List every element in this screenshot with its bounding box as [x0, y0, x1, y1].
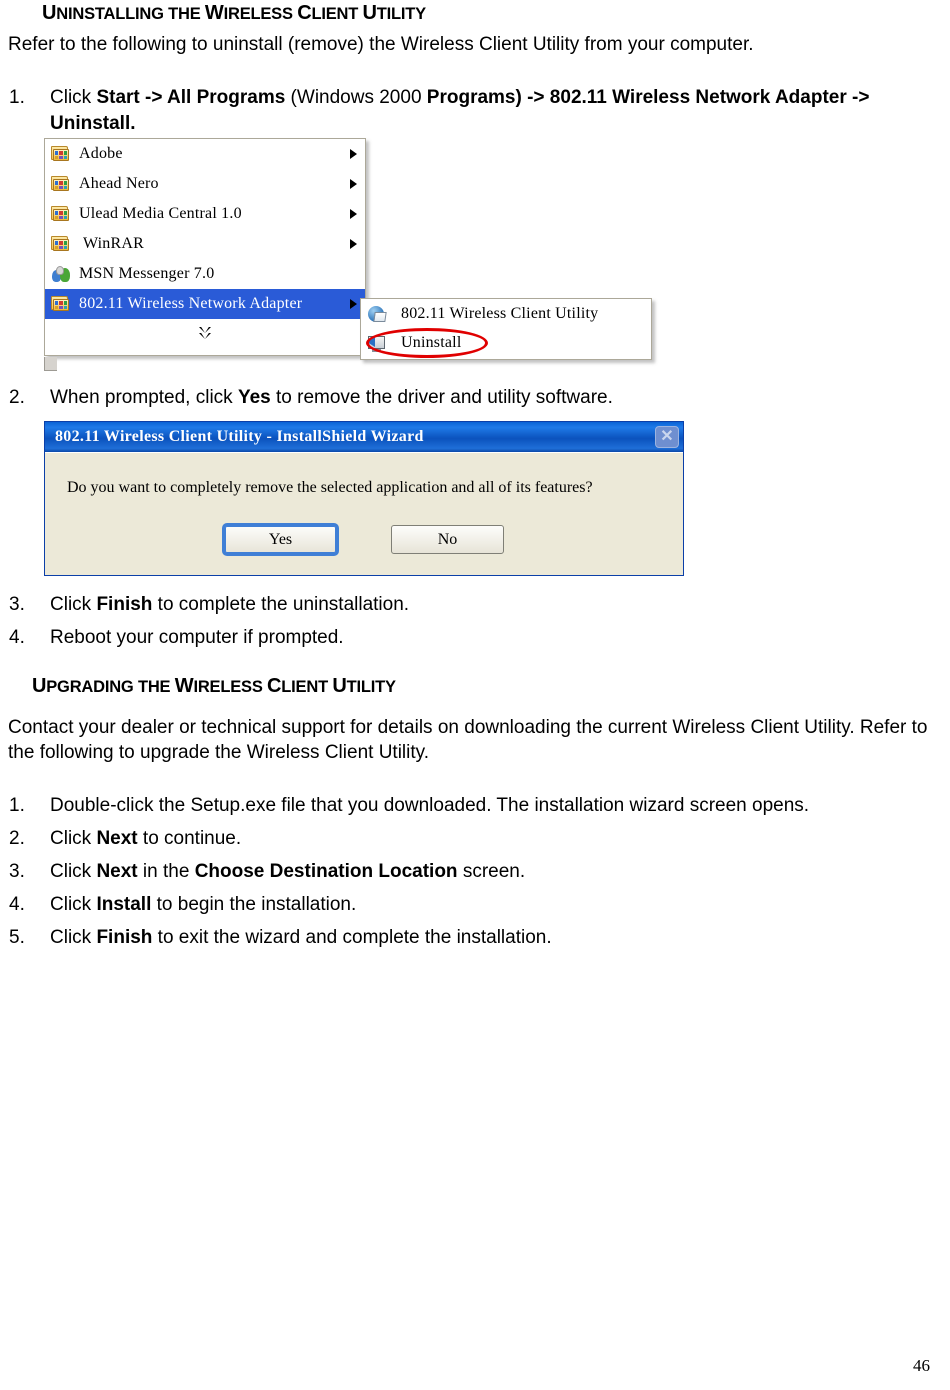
menu-item-label: Ulead Media Central 1.0: [79, 205, 242, 222]
uninstalling-step-3: 3. Click Finish to complete the uninstal…: [4, 592, 934, 618]
submenu-item-label: Uninstall: [401, 333, 462, 351]
submenu-item-wireless-client-utility[interactable]: 802.11 Wireless Client Utility: [361, 299, 651, 328]
uninstalling-intro-paragraph: Refer to the following to uninstall (rem…: [8, 34, 754, 55]
upgrading-step-3: 3. Click Next in the Choose Destination …: [4, 859, 949, 885]
folder-icon: [51, 295, 71, 313]
submenu-item-uninstall[interactable]: Uninstall: [361, 328, 651, 357]
screenshot-installshield-dialog: 802.11 Wireless Client Utility - Install…: [44, 421, 684, 576]
step-number: 4.: [9, 894, 25, 915]
uninstalling-step-4: 4. Reboot your computer if prompted.: [4, 625, 934, 651]
upgrading-steps-list: 1. Double-click the Setup.exe file that …: [4, 793, 949, 951]
step-number: 1.: [9, 795, 25, 816]
page-number: 46: [913, 1356, 930, 1375]
dialog-button-row: Yes No: [45, 523, 683, 556]
step-number: 2.: [9, 828, 25, 849]
uninstalling-step-2: 2. When prompted, click Yes to remove th…: [4, 385, 934, 411]
dialog-message: Do you want to completely remove the sel…: [67, 479, 593, 496]
screenshot-start-menu: Adobe Ahead Nero Ulead Media Central 1.0: [44, 138, 654, 371]
menu-item-winrar[interactable]: WinRAR: [45, 229, 365, 259]
double-chevron-down-icon: [198, 325, 212, 341]
chevron-right-icon: [350, 149, 357, 159]
chevron-right-icon: [350, 299, 357, 309]
step-text: Click Finish to complete the uninstallat…: [50, 594, 410, 615]
dialog-title: 802.11 Wireless Client Utility - Install…: [55, 428, 424, 445]
upgrading-step-4: 4. Click Install to begin the installati…: [4, 892, 949, 918]
folder-icon: [51, 175, 71, 193]
step-text: Reboot your computer if prompted.: [50, 627, 344, 648]
wireless-client-utility-icon: [367, 305, 387, 323]
dialog-body: Do you want to completely remove the sel…: [45, 452, 683, 575]
upgrading-step-5: 5. Click Finish to exit the wizard and c…: [4, 925, 949, 951]
menu-item-ahead-nero[interactable]: Ahead Nero: [45, 169, 365, 199]
folder-icon: [51, 205, 71, 223]
step-text: When prompted, click Yes to remove the d…: [50, 387, 613, 408]
folder-icon: [51, 235, 71, 253]
close-icon[interactable]: ✕: [655, 426, 679, 448]
step-text: Click Finish to exit the wizard and comp…: [50, 927, 552, 948]
menu-item-label: WinRAR: [83, 235, 145, 252]
menu-item-ulead-media-central[interactable]: Ulead Media Central 1.0: [45, 199, 365, 229]
step-number: 4.: [9, 627, 25, 648]
start-menu-panel: Adobe Ahead Nero Ulead Media Central 1.0: [44, 138, 366, 356]
submenu-item-label: 802.11 Wireless Client Utility: [401, 304, 599, 322]
step-text: Click Next to continue.: [50, 828, 242, 849]
step-number: 5.: [9, 927, 25, 948]
chevron-right-icon: [350, 209, 357, 219]
document-page: UNINSTALLING THE WIRELESS CLIENT UTILITY…: [0, 0, 950, 1390]
step-text: Click Install to begin the installation.: [50, 894, 357, 915]
upgrading-step-2: 2. Click Next to continue.: [4, 826, 949, 852]
step-text: Click Next in the Choose Destination Loc…: [50, 861, 526, 882]
dialog-titlebar: 802.11 Wireless Client Utility - Install…: [45, 422, 683, 452]
step-number: 2.: [9, 387, 25, 408]
msn-messenger-icon: [51, 265, 71, 283]
heading-upgrading-the-wireless-client-utility: UPGRADING THE WIRELESS CLIENT UTILITY: [32, 675, 396, 697]
heading-uninstalling-the-wireless-client-utility: UNINSTALLING THE WIRELESS CLIENT UTILITY: [42, 2, 426, 24]
menu-item-msn-messenger[interactable]: MSN Messenger 7.0: [45, 259, 365, 289]
step-text: Double-click the Setup.exe file that you…: [50, 795, 810, 816]
menu-item-label: 802.11 Wireless Network Adapter: [79, 295, 303, 312]
yes-button[interactable]: Yes: [222, 523, 339, 556]
step-text: Click Start -> All Programs (Windows 200…: [50, 87, 870, 134]
start-submenu-panel: 802.11 Wireless Client Utility Uninstall: [360, 298, 652, 360]
taskbar-sliver: [44, 357, 57, 371]
folder-icon: [51, 145, 71, 163]
uninstalling-step-1: 1. Click Start -> All Programs (Windows …: [4, 85, 934, 137]
menu-item-label: Ahead Nero: [79, 175, 159, 192]
menu-item-802-11-wireless-network-adapter[interactable]: 802.11 Wireless Network Adapter: [45, 289, 365, 319]
step-number: 1.: [9, 87, 25, 108]
upgrading-intro-paragraph: Contact your dealer or technical support…: [8, 717, 928, 763]
chevron-right-icon: [350, 239, 357, 249]
menu-item-adobe[interactable]: Adobe: [45, 139, 365, 169]
no-button[interactable]: No: [391, 525, 504, 554]
menu-item-label: Adobe: [79, 145, 123, 162]
menu-expander-button[interactable]: [45, 319, 365, 347]
menu-item-label: MSN Messenger 7.0: [79, 265, 215, 282]
step-number: 3.: [9, 861, 25, 882]
upgrading-step-1: 1. Double-click the Setup.exe file that …: [4, 793, 949, 819]
chevron-right-icon: [350, 179, 357, 189]
uninstall-icon: [367, 334, 387, 352]
step-number: 3.: [9, 594, 25, 615]
